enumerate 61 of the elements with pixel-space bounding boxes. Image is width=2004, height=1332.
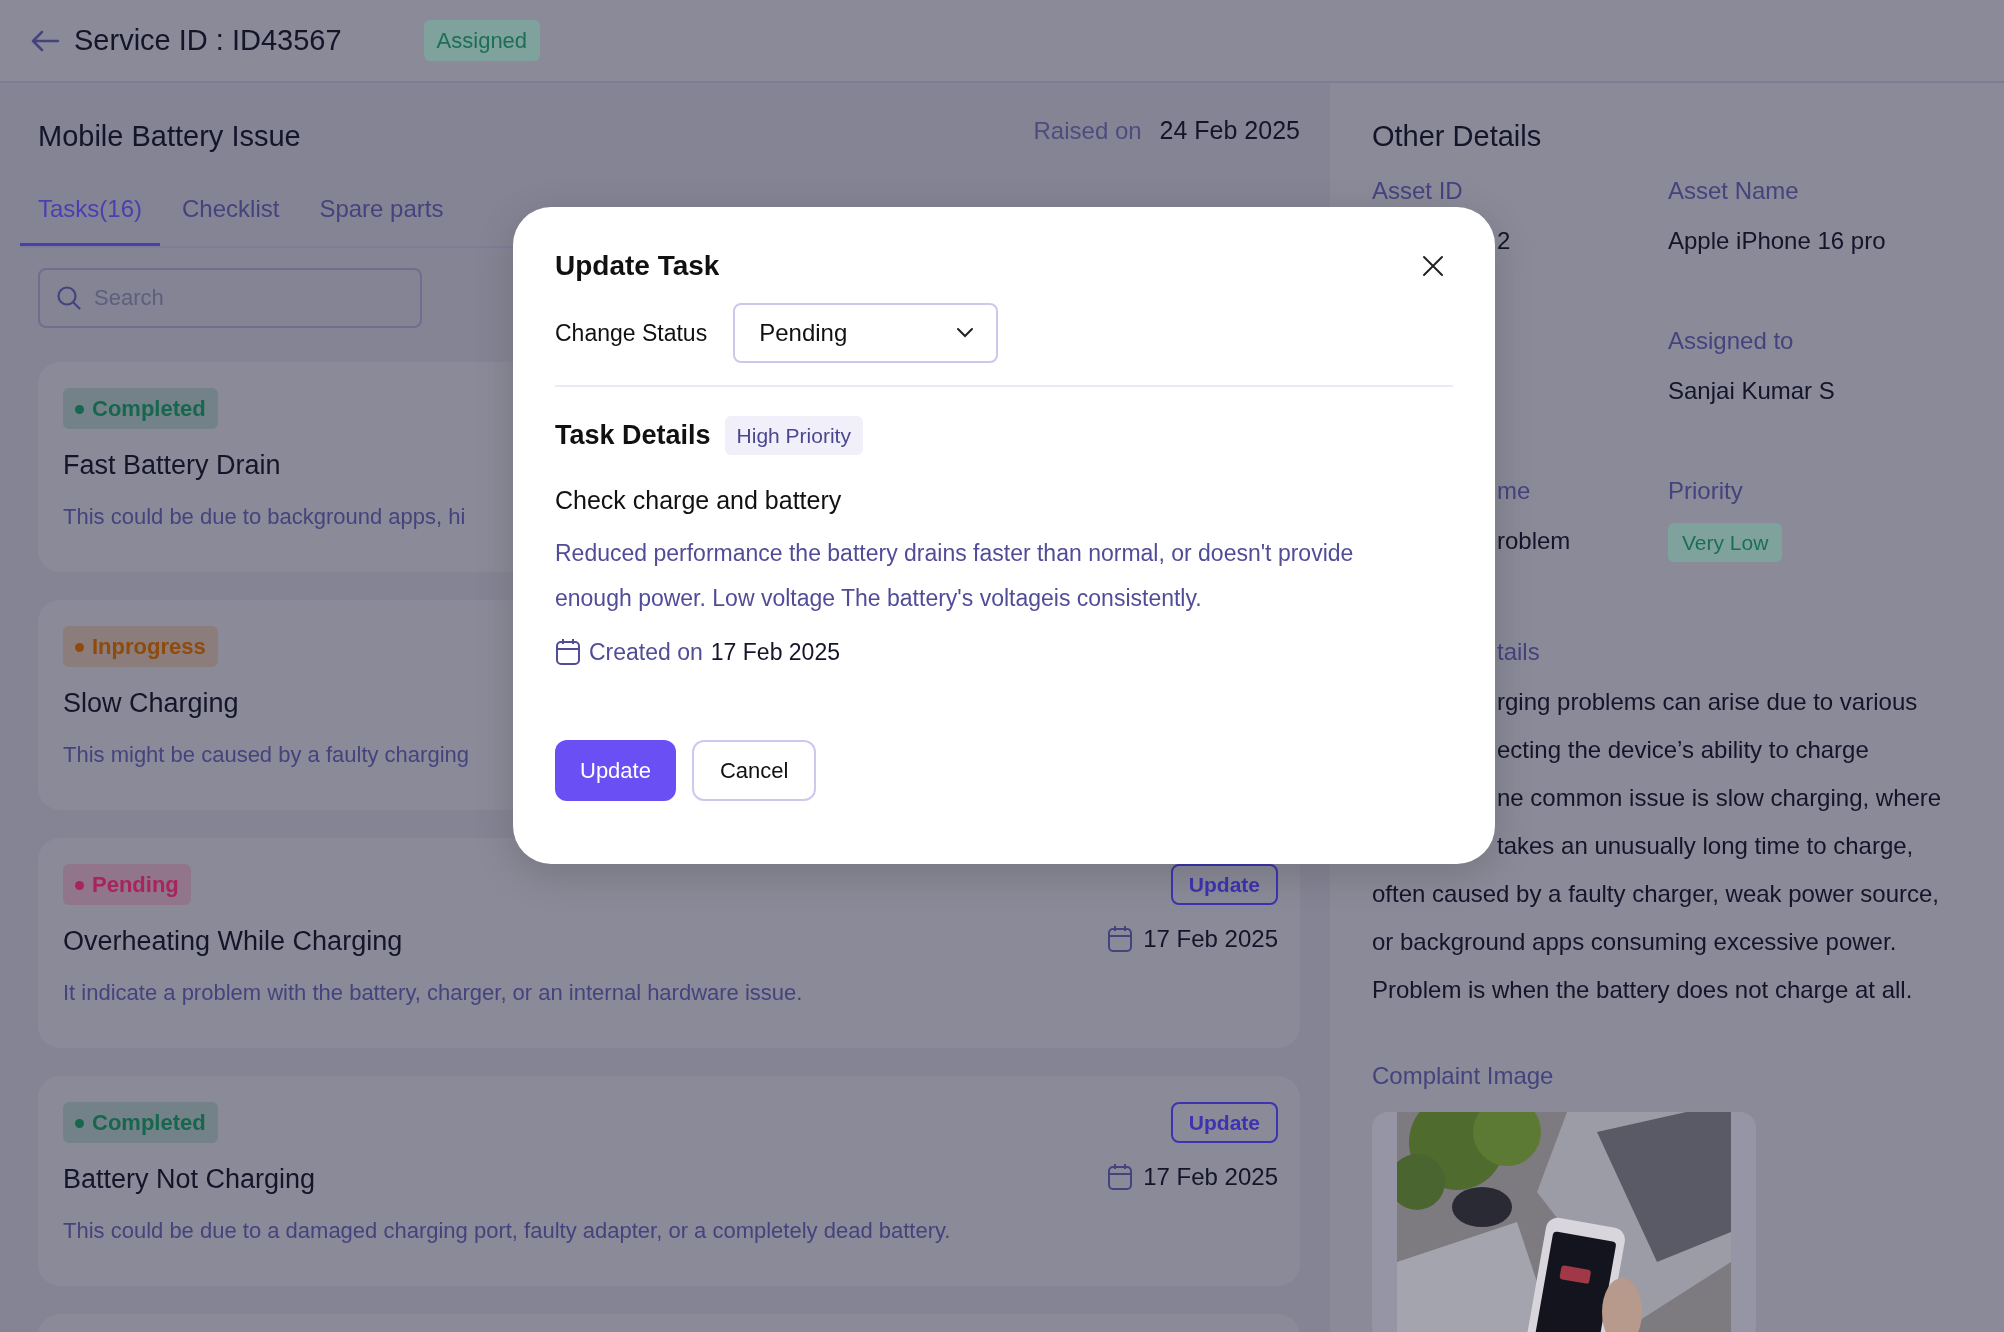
section-label: tails — [1497, 637, 1541, 667]
description-line: takes an unusually long time to charge, — [1497, 831, 1915, 861]
priority-badge: High Priority — [724, 415, 863, 455]
field-value: Apple iPhone 16 pro — [1668, 225, 1887, 256]
chevron-down-icon — [956, 327, 975, 339]
field-label: Change Status — [555, 318, 708, 348]
status-badge: Pending — [63, 863, 191, 905]
task-title: Overheating While Charging — [63, 924, 403, 958]
task-description: It indicate a problem with the battery, charger, or an internal hardware issue. — [63, 979, 803, 1007]
field-label: Asset Name — [1668, 175, 1800, 206]
task-title: Slow Charging — [63, 686, 239, 720]
task-title: Battery Not Charging — [63, 1162, 316, 1196]
status-badge: Assigned — [423, 20, 541, 61]
calendar-icon — [1107, 925, 1134, 953]
tab[interactable]: Tasks(16) — [20, 180, 161, 246]
task-description: This might be caused by a faulty charging — [63, 741, 469, 769]
priority-badge: Very Low — [1668, 522, 1783, 562]
calendar-icon — [1107, 1163, 1134, 1191]
section-title: Task Details — [555, 419, 711, 452]
field-value: roblem — [1497, 525, 1572, 556]
task-description: This could be due to background apps, hi — [63, 503, 466, 531]
field-value: 2 — [1497, 225, 1512, 256]
field-label: Priority — [1668, 475, 1744, 506]
task-title: Check charge and battery — [555, 484, 843, 516]
update-button[interactable]: Update — [1170, 1101, 1278, 1143]
tab[interactable]: Checklist — [182, 180, 280, 246]
search-icon — [56, 284, 82, 311]
section-title: Other Details — [1372, 119, 1543, 154]
created-label: Created on — [589, 638, 703, 667]
description-line: Problem is when the battery does not charge at all. — [1372, 975, 1914, 1005]
back-arrow-icon[interactable] — [30, 28, 60, 53]
field-value: Sanjai Kumar S — [1668, 375, 1836, 406]
raised-label: Raised on — [1033, 115, 1142, 146]
task-description: Reduced performance the battery drains faster than normal, or doesn't provide enough power. Low voltage The battery's voltageis consistently. — [555, 539, 1355, 613]
task-date: 17 Feb 2025 — [1143, 1162, 1278, 1192]
description-line: ne common issue is slow charging, where — [1497, 783, 1943, 813]
cancel-button[interactable]: Cancel — [691, 739, 817, 801]
update-button[interactable]: Update — [555, 739, 676, 801]
calendar-icon — [555, 638, 581, 667]
field-label: Asset ID — [1372, 175, 1464, 206]
status-dropdown[interactable]: Pending — [733, 303, 999, 363]
task-title: Fast Battery Drain — [63, 448, 281, 482]
description-line: often caused by a faulty charger, weak power source, — [1372, 879, 1940, 909]
description-line: rging problems can arise due to various — [1497, 687, 1919, 717]
modal-title: Update Task — [555, 249, 720, 283]
task-date: 17 Feb 2025 — [1143, 924, 1278, 954]
page-title: Service ID : ID43567 — [74, 22, 342, 58]
tab[interactable]: Spare parts — [319, 180, 444, 246]
field-label: Assigned to — [1668, 325, 1795, 356]
raised-date: 24 Feb 2025 — [1159, 115, 1300, 146]
description-line: ecting the device’s ability to charge — [1497, 735, 1870, 765]
status-badge: Completed — [63, 387, 218, 429]
created-date: 17 Feb 2025 — [710, 638, 840, 667]
status-badge: Inprogress — [63, 625, 218, 667]
description-line: or background apps consuming excessive power. — [1372, 927, 1898, 957]
task-description: This could be due to a damaged charging port, faulty adapter, or a completely dead battery. — [63, 1217, 951, 1245]
issue-title: Mobile Battery Issue — [38, 119, 301, 154]
field-label: me — [1497, 475, 1532, 506]
close-icon[interactable] — [1421, 254, 1445, 278]
section-label: Complaint Image — [1372, 1061, 1555, 1091]
status-badge: Completed — [63, 1101, 218, 1143]
